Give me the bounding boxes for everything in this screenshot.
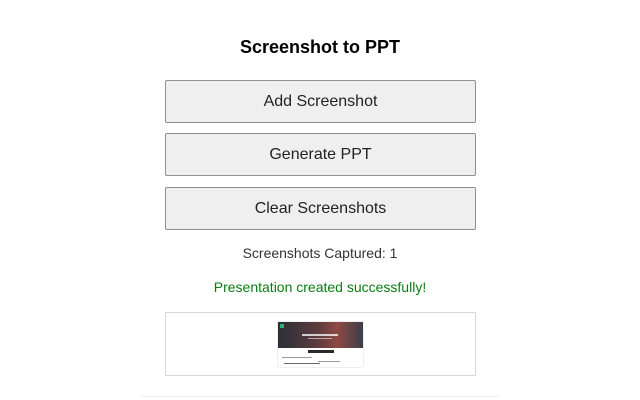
thumbnail-text-row (318, 361, 340, 362)
thumbnail-logo-icon (280, 324, 284, 328)
generate-ppt-button[interactable]: Generate PPT (165, 133, 476, 176)
status-message: Presentation created successfully! (213, 279, 427, 295)
add-screenshot-button[interactable]: Add Screenshot (165, 80, 476, 123)
thumbnail-nav-bar (308, 350, 334, 353)
thumbnail-text-row (284, 363, 320, 364)
divider (140, 396, 500, 397)
thumbnail-subheadline (308, 338, 332, 339)
extension-popup: Screenshot to PPT Add Screenshot Generat… (0, 0, 640, 400)
screenshot-preview (165, 312, 476, 376)
thumbnail-text-row (282, 357, 312, 358)
thumbnail-headline (302, 334, 338, 336)
screenshot-count: Screenshots Captured: 1 (242, 245, 398, 261)
popup-title: Screenshot to PPT (239, 37, 401, 57)
screenshot-thumbnail[interactable] (278, 322, 363, 367)
clear-screenshots-button[interactable]: Clear Screenshots (165, 187, 476, 230)
